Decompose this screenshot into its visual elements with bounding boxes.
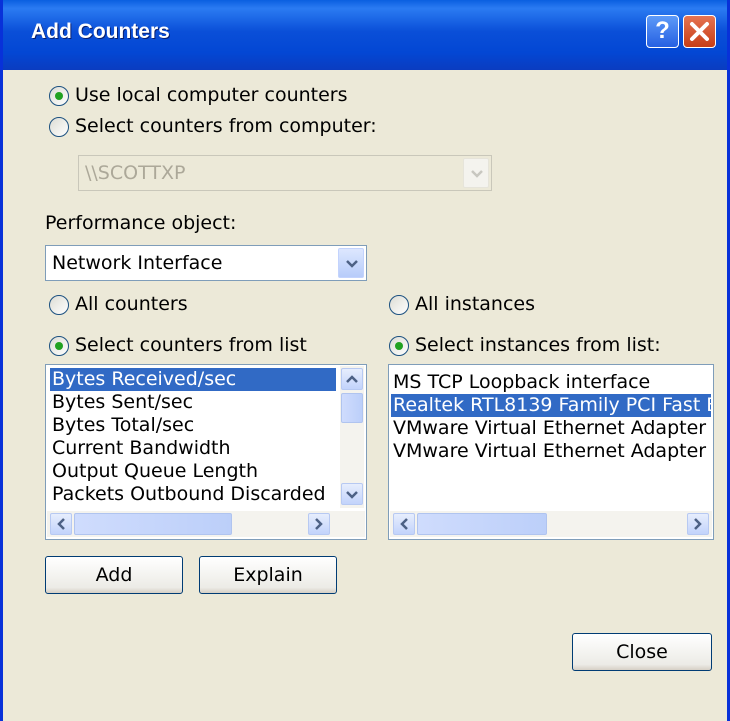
instance-item[interactable]: MS TCP Loopback interface bbox=[391, 371, 650, 394]
select-counters-label[interactable]: Select counters from list bbox=[75, 334, 307, 356]
title-bar[interactable]: Add Counters ? bbox=[3, 0, 727, 70]
chevron-left-icon bbox=[57, 518, 65, 530]
select-instances-radio[interactable] bbox=[389, 336, 409, 356]
help-button[interactable]: ? bbox=[646, 15, 679, 48]
chevron-left-icon bbox=[400, 518, 408, 530]
counter-item[interactable]: Bytes Sent/sec bbox=[50, 391, 193, 414]
add-button[interactable]: Add bbox=[45, 556, 183, 594]
instances-list[interactable]: MS TCP Loopback interface Realtek RTL813… bbox=[388, 364, 714, 540]
performance-object-label: Performance object: bbox=[45, 212, 237, 234]
select-counters-radio[interactable] bbox=[49, 336, 69, 356]
all-counters-label[interactable]: All counters bbox=[75, 293, 188, 315]
instance-item[interactable]: VMware Virtual Ethernet Adapter for bbox=[391, 440, 711, 463]
chevron-up-icon bbox=[346, 375, 358, 383]
instance-item[interactable]: Realtek RTL8139 Family PCI Fast E bbox=[391, 394, 711, 417]
scroll-left-button[interactable] bbox=[50, 513, 72, 535]
close-button[interactable]: Close bbox=[572, 633, 712, 671]
close-icon bbox=[690, 22, 709, 41]
computer-dropdown-button[interactable] bbox=[463, 158, 489, 188]
scroll-up-button[interactable] bbox=[341, 368, 363, 390]
instances-hscroll-thumb[interactable] bbox=[417, 513, 547, 535]
counters-list[interactable]: Bytes Received/sec Bytes Sent/sec Bytes … bbox=[45, 364, 367, 540]
performance-object-value: Network Interface bbox=[52, 252, 223, 274]
add-counters-dialog: Add Counters ? Use local computer counte… bbox=[0, 0, 730, 721]
all-instances-label[interactable]: All instances bbox=[415, 293, 535, 315]
counters-vscroll-thumb[interactable] bbox=[341, 393, 363, 423]
help-icon: ? bbox=[655, 17, 670, 44]
counter-item[interactable]: Bytes Total/sec bbox=[50, 414, 194, 437]
chevron-down-icon bbox=[346, 491, 358, 499]
chevron-right-icon bbox=[694, 518, 702, 530]
performance-object-dropdown-button[interactable] bbox=[338, 248, 364, 278]
chevron-right-icon bbox=[315, 518, 323, 530]
all-counters-radio[interactable] bbox=[49, 295, 69, 315]
scroll-right-button[interactable] bbox=[687, 513, 709, 535]
computer-value: \\SCOTTXP bbox=[85, 162, 186, 184]
scroll-left-button[interactable] bbox=[393, 513, 415, 535]
counter-item[interactable]: Output Queue Length bbox=[50, 460, 258, 483]
chevron-down-icon bbox=[471, 170, 483, 178]
chevron-down-icon bbox=[346, 260, 358, 268]
counter-item[interactable]: Current Bandwidth bbox=[50, 437, 231, 460]
select-instances-label[interactable]: Select instances from list: bbox=[415, 334, 661, 356]
instance-item[interactable]: VMware Virtual Ethernet Adapter for bbox=[391, 417, 711, 440]
scroll-right-button[interactable] bbox=[308, 513, 330, 535]
counter-item[interactable]: Bytes Received/sec bbox=[50, 368, 336, 391]
counter-item[interactable]: Packets Outbound Discarded bbox=[50, 483, 326, 503]
scroll-down-button[interactable] bbox=[341, 483, 363, 505]
counters-hscroll-thumb[interactable] bbox=[74, 513, 232, 535]
close-window-button[interactable] bbox=[683, 15, 716, 48]
local-counters-label[interactable]: Use local computer counters bbox=[75, 84, 348, 106]
window-title: Add Counters bbox=[31, 20, 170, 43]
performance-object-select[interactable]: Network Interface bbox=[45, 245, 367, 281]
remote-counters-radio[interactable] bbox=[49, 117, 69, 137]
remote-counters-label[interactable]: Select counters from computer: bbox=[75, 115, 377, 137]
local-counters-radio[interactable] bbox=[49, 86, 69, 106]
computer-select[interactable]: \\SCOTTXP bbox=[78, 155, 492, 191]
all-instances-radio[interactable] bbox=[389, 295, 409, 315]
explain-button[interactable]: Explain bbox=[199, 556, 337, 594]
